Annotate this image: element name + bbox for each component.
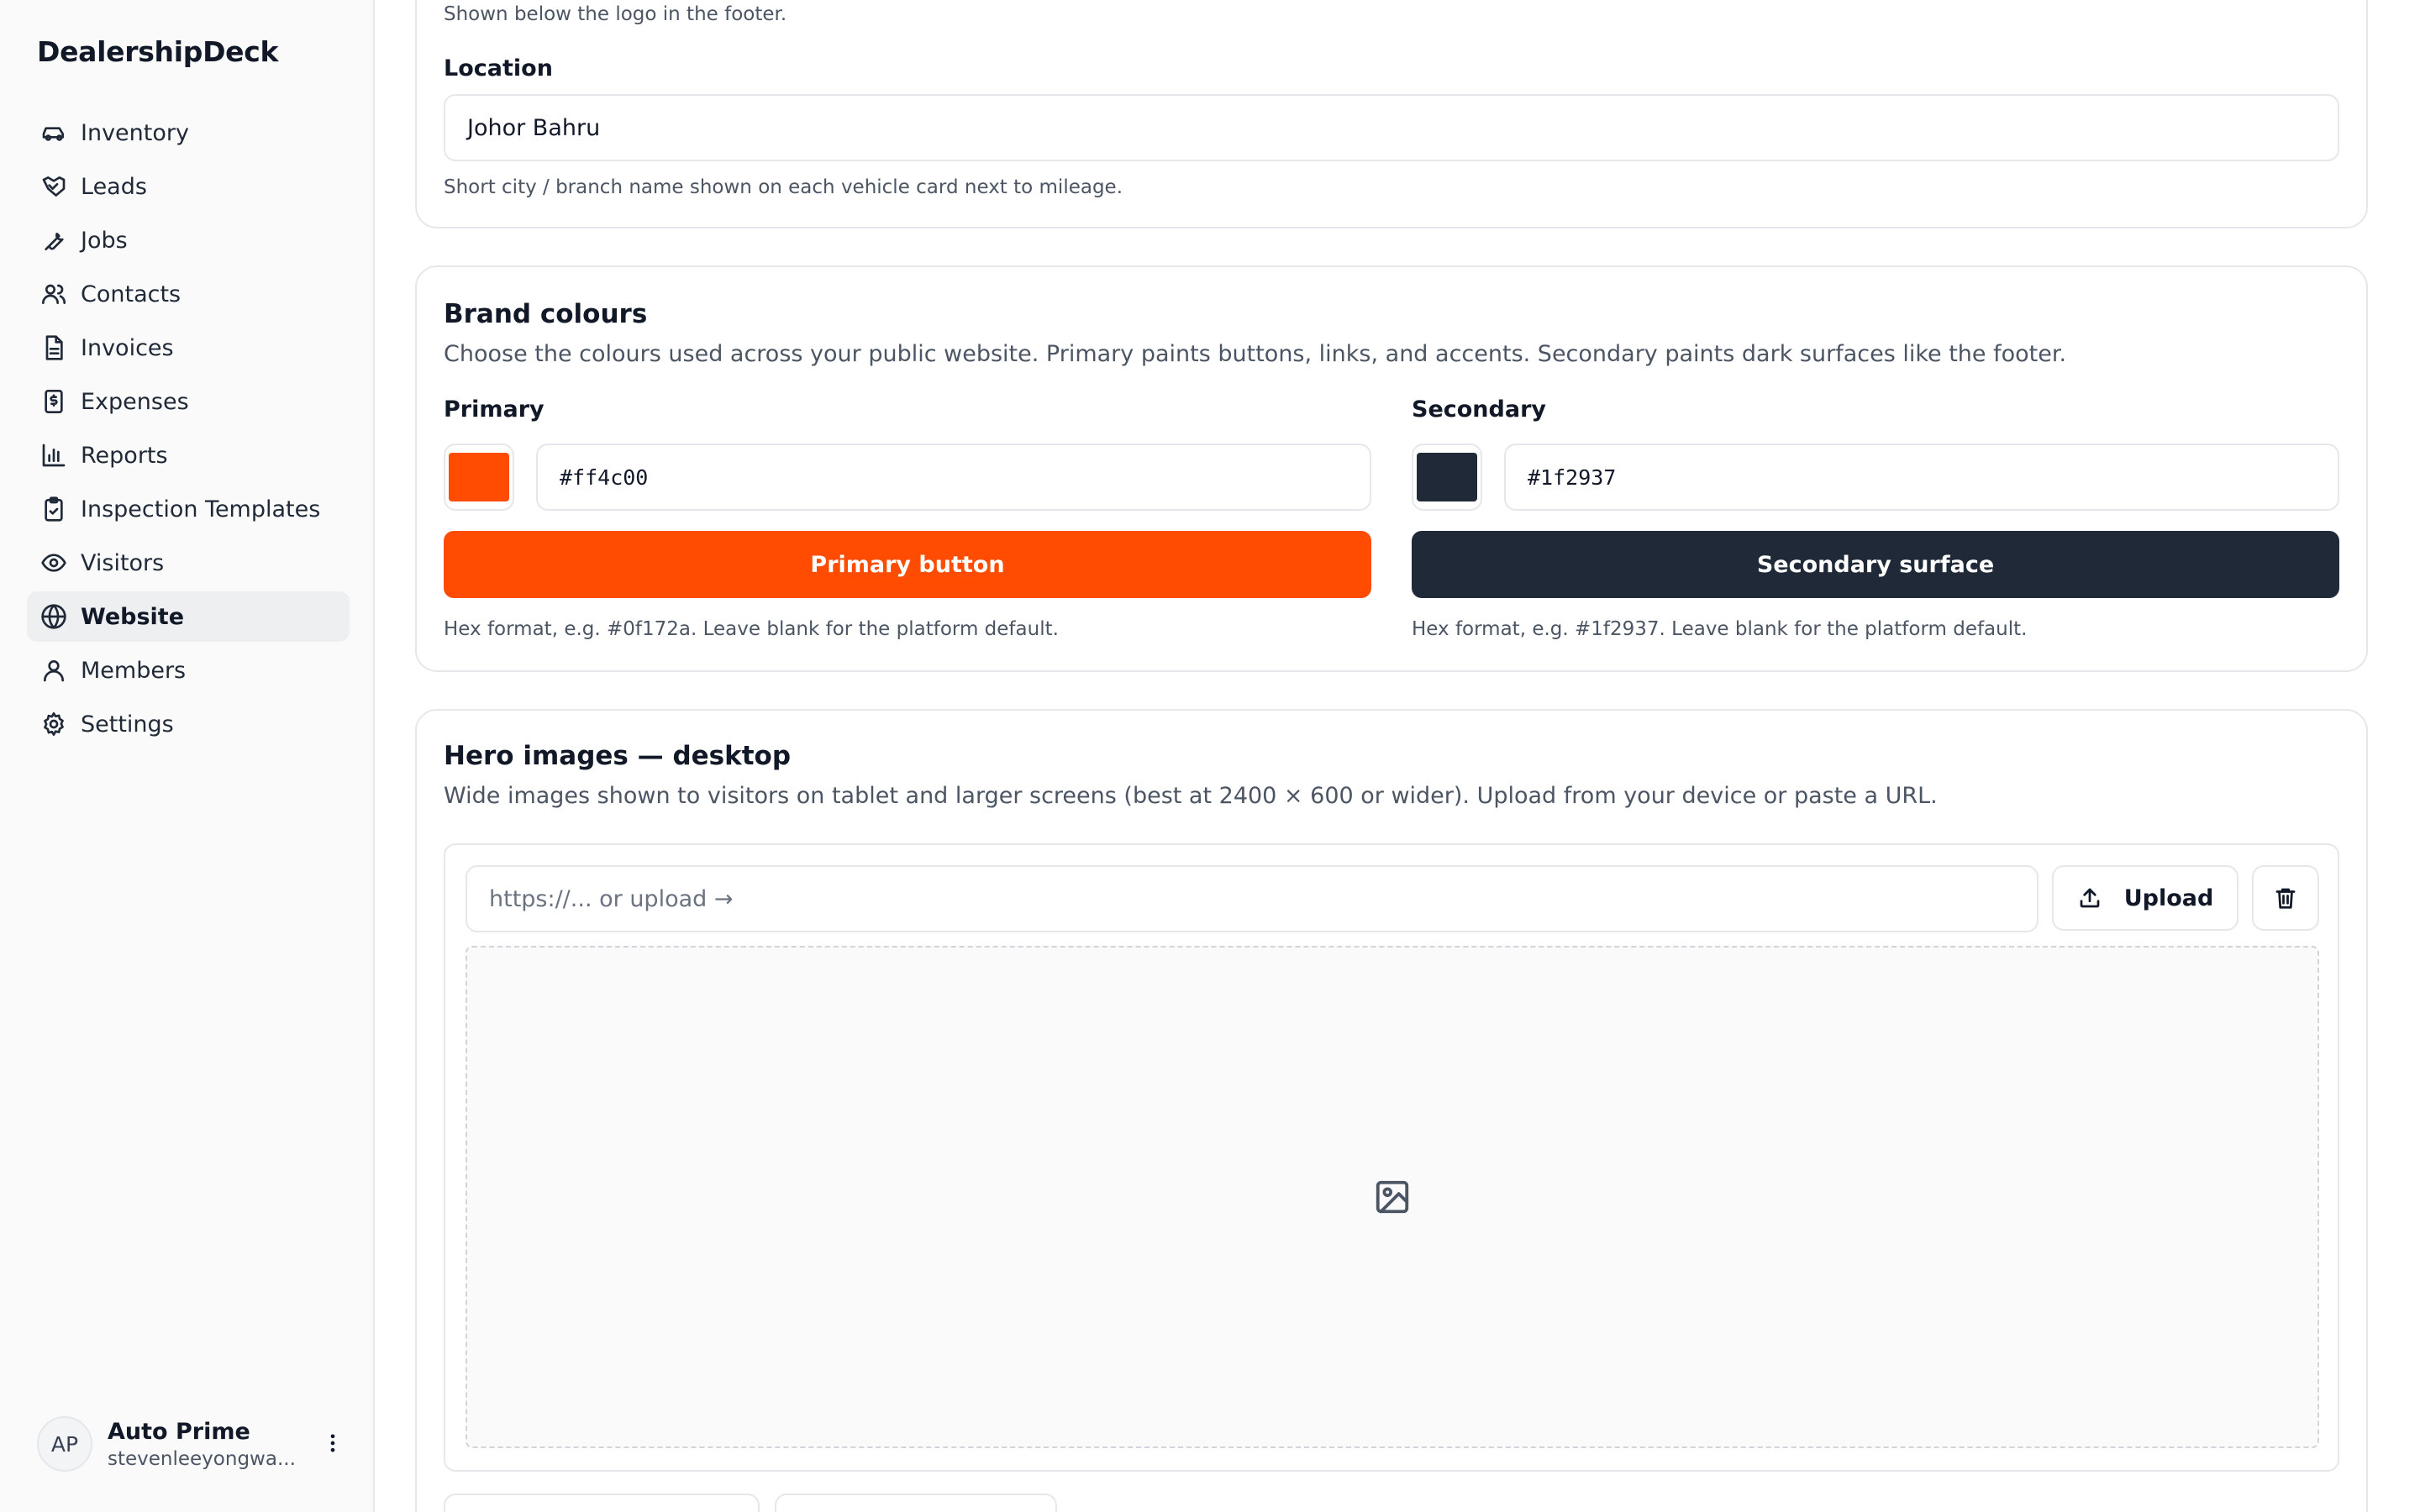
sidebar-item-jobs[interactable]: Jobs: [27, 215, 350, 265]
globe-icon: [40, 603, 67, 630]
hero-images-description: Wide images shown to visitors on tablet …: [444, 783, 1938, 809]
primary-label: Primary: [444, 396, 544, 423]
location-hint: Short city / branch name shown on each v…: [444, 176, 1123, 198]
secondary-color-picker[interactable]: [1412, 444, 1482, 511]
sidebar: DealershipDeck Inventory Leads Jobs Cont…: [0, 0, 375, 1512]
image-placeholder-icon: [1373, 1178, 1412, 1216]
sidebar-item-label: Jobs: [81, 227, 128, 254]
sidebar-item-inventory[interactable]: Inventory: [27, 108, 350, 158]
avatar: AP: [37, 1416, 92, 1472]
wrench-icon: [40, 227, 67, 254]
primary-hex-input[interactable]: #ff4c00: [536, 444, 1371, 511]
more-vertical-icon[interactable]: [318, 1428, 348, 1458]
sidebar-item-expenses[interactable]: Expenses: [27, 376, 350, 427]
file-text-icon: [40, 334, 67, 361]
gear-icon: [40, 711, 67, 738]
sidebar-item-visitors[interactable]: Visitors: [27, 538, 350, 588]
hero-image-slot: https://... or upload → Upload: [444, 843, 2339, 1472]
secondary-surface-preview: Secondary surface: [1412, 531, 2339, 598]
upload-icon: [2077, 885, 2102, 911]
delete-image-button[interactable]: [2252, 865, 2319, 931]
user-name: Auto Prime: [108, 1418, 250, 1445]
sidebar-item-label: Contacts: [81, 281, 182, 307]
sidebar-item-label: Expenses: [81, 388, 189, 415]
sidebar-item-label: Inventory: [81, 119, 189, 146]
sidebar-item-label: Website: [81, 603, 185, 630]
hero-secondary-action-button[interactable]: [775, 1494, 1057, 1512]
receipt-icon: [40, 388, 67, 415]
sidebar-item-contacts[interactable]: Contacts: [27, 269, 350, 319]
brand-colours-card: Brand colours Choose the colours used ac…: [415, 265, 2368, 672]
users-icon: [40, 281, 67, 307]
primary-button-label: Primary button: [810, 551, 1005, 578]
location-input-value: Johor Bahru: [467, 114, 601, 141]
secondary-hex-input[interactable]: #1f2937: [1504, 444, 2339, 511]
footer-tagline-hint: Shown below the logo in the footer.: [444, 3, 787, 25]
sidebar-nav: Inventory Leads Jobs Contacts Invoices E…: [27, 108, 350, 753]
sidebar-item-leads[interactable]: Leads: [27, 161, 350, 212]
hero-image-preview-dropzone[interactable]: [466, 946, 2319, 1448]
eye-icon: [40, 549, 67, 576]
sidebar-item-label: Visitors: [81, 549, 165, 576]
car-icon: [40, 119, 67, 146]
clipboard-check-icon: [40, 496, 67, 522]
sidebar-item-label: Invoices: [81, 334, 174, 361]
hero-image-url-placeholder: https://... or upload →: [489, 885, 734, 912]
brand-colours-title: Brand colours: [444, 299, 648, 329]
primary-hint: Hex format, e.g. #0f172a. Leave blank fo…: [444, 618, 1059, 640]
footer-settings-card: Shown below the logo in the footer. Loca…: [415, 0, 2368, 228]
add-hero-image-button[interactable]: [444, 1494, 760, 1512]
sidebar-item-label: Settings: [81, 711, 174, 738]
user-icon: [40, 657, 67, 684]
primary-button-preview[interactable]: Primary button: [444, 531, 1371, 598]
primary-color-picker[interactable]: [444, 444, 514, 511]
upload-button-label: Upload: [2123, 885, 2214, 911]
hero-images-title: Hero images — desktop: [444, 741, 792, 771]
handshake-icon: [40, 173, 67, 200]
brand-logo-text[interactable]: DealershipDeck: [37, 35, 278, 68]
primary-color-swatch: [449, 453, 509, 501]
sidebar-item-inspection-templates[interactable]: Inspection Templates: [27, 484, 350, 534]
sidebar-item-label: Reports: [81, 442, 168, 469]
secondary-color-swatch: [1417, 453, 1477, 501]
brand-colours-description: Choose the colours used across your publ…: [444, 341, 2067, 367]
trash-icon: [2273, 885, 2298, 911]
sidebar-item-label: Members: [81, 657, 187, 684]
hero-images-card: Hero images — desktop Wide images shown …: [415, 709, 2368, 1512]
upload-button[interactable]: Upload: [2052, 865, 2238, 931]
user-email: stevenleeyongwa...: [108, 1447, 296, 1470]
secondary-hex-value: #1f2937: [1528, 465, 1617, 490]
primary-hex-value: #ff4c00: [560, 465, 649, 490]
user-info: Auto Prime stevenleeyongwa...: [108, 1419, 301, 1470]
secondary-hint: Hex format, e.g. #1f2937. Leave blank fo…: [1412, 618, 2028, 640]
hero-image-url-input[interactable]: https://... or upload →: [466, 865, 2039, 932]
secondary-label: Secondary: [1412, 396, 1546, 423]
location-label: Location: [444, 55, 553, 81]
sidebar-item-members[interactable]: Members: [27, 645, 350, 696]
sidebar-item-settings[interactable]: Settings: [27, 699, 350, 749]
sidebar-item-label: Leads: [81, 173, 147, 200]
secondary-surface-label: Secondary surface: [1756, 551, 1995, 578]
sidebar-item-label: Inspection Templates: [81, 496, 321, 522]
sidebar-item-invoices[interactable]: Invoices: [27, 323, 350, 373]
sidebar-item-reports[interactable]: Reports: [27, 430, 350, 480]
bar-chart-icon: [40, 442, 67, 469]
location-input[interactable]: Johor Bahru: [444, 94, 2339, 161]
sidebar-item-website[interactable]: Website: [27, 591, 350, 642]
user-profile[interactable]: AP Auto Prime stevenleeyongwa...: [37, 1416, 348, 1472]
